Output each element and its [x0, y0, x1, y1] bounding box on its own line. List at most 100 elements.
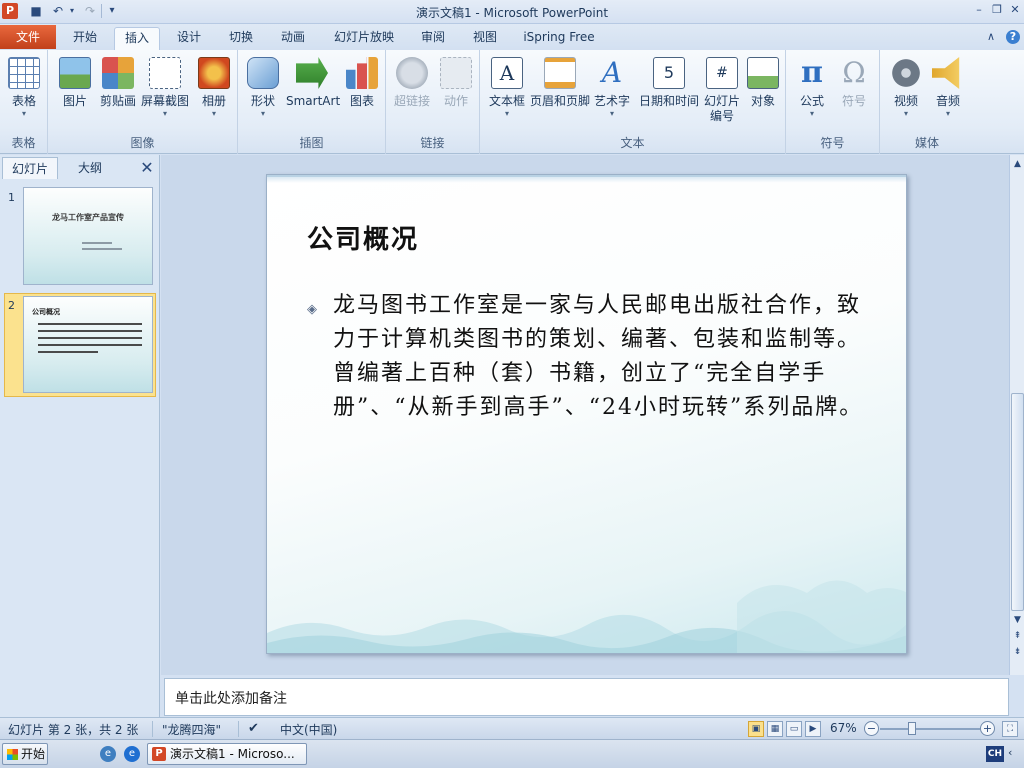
notes-pane[interactable]: 单击此处添加备注 — [164, 678, 1009, 716]
audio-button[interactable]: 音频 ▾ — [928, 54, 968, 134]
hyperlink-icon — [396, 57, 428, 89]
minimize-icon[interactable]: – — [972, 3, 986, 17]
language-status[interactable]: 中文(中国) — [280, 721, 337, 738]
fit-to-window-icon[interactable]: ⛶ — [1002, 721, 1018, 737]
tab-transitions[interactable]: 切换 — [218, 27, 264, 50]
table-button[interactable]: 表格 ▾ — [4, 54, 44, 134]
zoom-slider-knob[interactable] — [908, 722, 916, 735]
group-images: 图片 剪贴画 屏幕截图 ▾ 相册 ▾ 图像 — [48, 50, 238, 154]
tab-home[interactable]: 开始 — [62, 27, 108, 50]
group-label: 链接 — [420, 136, 445, 150]
tab-file[interactable]: 文件 — [0, 25, 56, 49]
hyperlink-button[interactable]: 超链接 — [392, 54, 432, 134]
zoom-out-icon[interactable]: − — [864, 721, 879, 736]
previous-slide-icon[interactable]: ⇞ — [1011, 629, 1024, 643]
zoom-slider-track[interactable] — [880, 728, 980, 730]
zoom-in-icon[interactable]: + — [980, 721, 995, 736]
group-label: 插图 — [299, 136, 324, 150]
thumbnail-text-line — [38, 330, 142, 332]
vertical-scrollbar[interactable]: ▲ ▼ ⇞ ⇟ — [1009, 155, 1024, 675]
slide-body-text[interactable]: 龙马图书工作室是一家与人民邮电出版社合作，致力于计算机类图书的策划、编著、包装和… — [333, 289, 873, 425]
tab-animations[interactable]: 动画 — [270, 27, 316, 50]
save-icon[interactable]: ■ — [28, 3, 44, 19]
zoom-level[interactable]: 67% — [830, 721, 857, 735]
powerpoint-app-icon[interactable]: P — [2, 3, 18, 19]
group-label: 媒体 — [914, 136, 939, 150]
video-button[interactable]: 视频 ▾ — [886, 54, 926, 134]
screenshot-icon — [149, 57, 181, 89]
scroll-up-icon[interactable]: ▲ — [1011, 157, 1024, 171]
slideshow-view-icon[interactable]: ▶ — [805, 721, 821, 737]
shapes-icon — [247, 57, 279, 89]
group-media: 视频 ▾ 音频 ▾ 媒体 — [880, 50, 974, 154]
group-text: A 文本框 ▾ 页眉和页脚 A 艺术字 ▾ 5 日期和时间 # 幻灯片 编号 对… — [480, 50, 786, 154]
slide-2[interactable]: 公司概况 ◈ 龙马图书工作室是一家与人民邮电出版社合作，致力于计算机类图书的策划… — [266, 174, 907, 654]
restore-icon[interactable]: ❐ — [990, 3, 1004, 17]
scroll-down-icon[interactable]: ▼ — [1011, 613, 1024, 627]
tab-review[interactable]: 审阅 — [410, 27, 456, 50]
shapes-button[interactable]: 形状 ▾ — [244, 54, 282, 134]
windows-taskbar: 开始 e e P 演示文稿1 - Microso... CH ‹ — [0, 739, 1024, 768]
help-icon[interactable]: ? — [1006, 30, 1020, 44]
ribbon-insert: 表格 ▾ 表格 图片 剪贴画 屏幕截图 ▾ 相册 ▾ 图像 形状 ▾ Smart… — [0, 50, 1024, 154]
tab-slides[interactable]: 幻灯片 — [2, 157, 58, 179]
start-button[interactable]: 开始 — [2, 743, 48, 765]
internet-explorer-icon[interactable]: e — [124, 746, 140, 762]
dropdown-arrow-icon: ▾ — [809, 109, 814, 118]
slide-title[interactable]: 公司概况 — [307, 219, 419, 256]
film-reel-icon — [890, 57, 922, 89]
tab-insert[interactable]: 插入 — [114, 27, 160, 50]
thumbnail-text-line — [82, 248, 122, 250]
equation-button[interactable]: π 公式 ▾ — [792, 54, 832, 134]
slide-thumbnail-2[interactable]: 公司概况 — [23, 296, 153, 393]
header-footer-button[interactable]: 页眉和页脚 — [530, 54, 590, 134]
wave-decoration — [267, 580, 906, 653]
customize-qat-icon[interactable]: ▾ — [104, 3, 120, 19]
notes-placeholder: 单击此处添加备注 — [175, 691, 287, 707]
chart-button[interactable]: 图表 — [342, 54, 382, 134]
tab-view[interactable]: 视图 — [462, 27, 508, 50]
slide-top-band — [267, 175, 906, 183]
redo-icon[interactable]: ↷ — [82, 3, 98, 19]
photo-album-button[interactable]: 相册 ▾ — [194, 54, 234, 134]
input-method-indicator[interactable]: CH — [986, 746, 1004, 762]
picture-icon — [59, 57, 91, 89]
wordart-button[interactable]: A 艺术字 ▾ — [592, 54, 632, 134]
browser-icon[interactable]: e — [100, 746, 116, 762]
tab-slideshow[interactable]: 幻灯片放映 — [326, 27, 402, 50]
undo-dropdown-icon[interactable]: ▾ — [64, 3, 80, 19]
theme-name-status[interactable]: "龙腾四海" — [162, 721, 221, 738]
speaker-icon — [932, 57, 960, 89]
reading-view-icon[interactable]: ▭ — [786, 721, 802, 737]
date-time-button[interactable]: 5 日期和时间 — [634, 54, 704, 134]
close-icon[interactable]: ✕ — [1008, 3, 1022, 17]
clipart-button[interactable]: 剪贴画 — [98, 54, 138, 134]
picture-button[interactable]: 图片 — [56, 54, 94, 134]
status-separator — [238, 721, 239, 737]
slide-sorter-view-icon[interactable]: ▦ — [767, 721, 783, 737]
collapse-ribbon-icon[interactable]: ∧ — [984, 30, 998, 44]
screenshot-button[interactable]: 屏幕截图 ▾ — [140, 54, 190, 134]
slide-editing-area[interactable]: 公司概况 ◈ 龙马图书工作室是一家与人民邮电出版社合作，致力于计算机类图书的策划… — [161, 155, 1009, 675]
next-slide-icon[interactable]: ⇟ — [1011, 645, 1024, 659]
close-pane-icon[interactable]: ✕ — [138, 159, 156, 177]
action-button[interactable]: 动作 — [436, 54, 476, 134]
tab-ispring[interactable]: iSpring Free — [516, 27, 602, 50]
tab-design[interactable]: 设计 — [166, 27, 212, 50]
group-table: 表格 ▾ 表格 — [0, 50, 48, 154]
taskbar-powerpoint-window[interactable]: P 演示文稿1 - Microso... — [147, 743, 307, 765]
slide-count-status: 幻灯片 第 2 张，共 2 张 — [8, 723, 139, 737]
scrollbar-thumb[interactable] — [1011, 393, 1024, 611]
spelling-check-icon[interactable]: ✔ — [248, 721, 259, 736]
object-button[interactable]: 对象 — [744, 54, 782, 134]
symbol-button[interactable]: Ω 符号 — [834, 54, 874, 134]
slide-number-button[interactable]: # 幻灯片 编号 — [702, 54, 742, 134]
powerpoint-task-icon: P — [152, 747, 166, 761]
smartart-button[interactable]: SmartArt — [286, 54, 340, 134]
normal-view-icon[interactable]: ▣ — [748, 721, 764, 737]
tab-outline[interactable]: 大纲 — [62, 157, 118, 179]
textbox-button[interactable]: A 文本框 ▾ — [484, 54, 530, 134]
tray-expand-icon[interactable]: ‹ — [1008, 746, 1012, 759]
header-footer-icon — [544, 57, 576, 89]
slide-thumbnail-1[interactable]: 龙马工作室产品宣传 — [23, 187, 153, 285]
